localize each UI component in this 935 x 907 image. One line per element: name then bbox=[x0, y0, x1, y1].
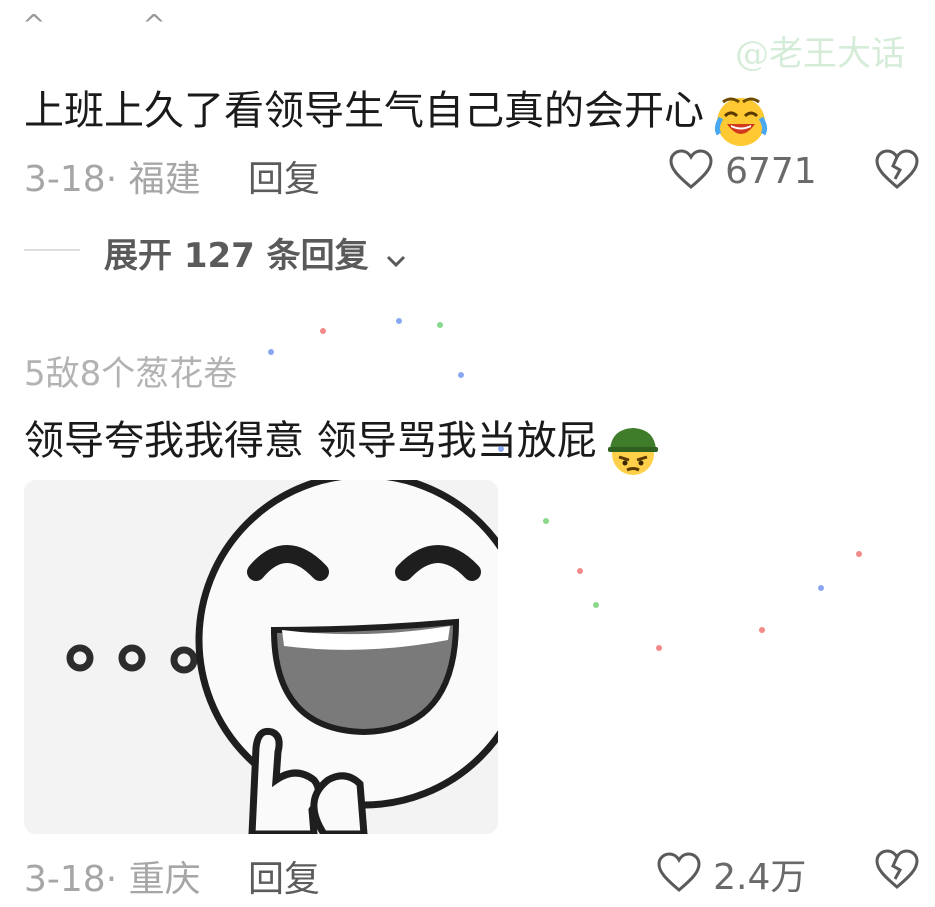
chevron-down-icon bbox=[385, 238, 407, 278]
comment-2-like-button[interactable]: 2.4万 bbox=[656, 848, 806, 898]
laughing-crying-emoji-icon bbox=[713, 94, 769, 146]
heart-icon bbox=[656, 851, 702, 897]
comment-2-reply-button[interactable]: 回复 bbox=[248, 850, 320, 902]
watermark: @老王大话 bbox=[735, 34, 905, 74]
sparkle-decoration bbox=[856, 551, 862, 557]
divider-line bbox=[24, 249, 80, 251]
sparkle-decoration bbox=[593, 602, 599, 608]
sparkle-decoration bbox=[458, 372, 464, 378]
comment-1-date-location: 3-18· 福建 bbox=[24, 159, 201, 200]
soldier-angry-emoji-icon bbox=[604, 423, 662, 477]
comment-2: 领导夸我我得意 领导骂我当放屁 bbox=[24, 408, 904, 475]
sparkle-decoration bbox=[437, 322, 443, 328]
comment-2-text: 领导夸我我得意 领导骂我当放屁 bbox=[24, 418, 597, 464]
comment-1-like-button[interactable]: 6771 bbox=[668, 148, 817, 194]
sparkle-decoration bbox=[498, 446, 504, 452]
comment-1-dislike-button[interactable] bbox=[874, 148, 920, 194]
sparkle-decoration bbox=[577, 568, 583, 574]
expand-replies-button[interactable]: 展开 127 条回复 bbox=[104, 228, 407, 278]
sparkle-decoration bbox=[656, 645, 662, 651]
comment-2-username[interactable]: 5敌8个葱花卷 bbox=[24, 346, 237, 395]
broken-heart-icon bbox=[874, 149, 920, 194]
broken-heart-icon bbox=[874, 849, 920, 894]
heart-icon bbox=[668, 148, 714, 194]
comment-2-like-count: 2.4万 bbox=[713, 857, 807, 898]
sparkle-decoration bbox=[543, 518, 549, 524]
comment-1: 上班上久了看领导生气自己真的会开心 bbox=[24, 78, 904, 146]
sparkle-decoration bbox=[818, 585, 824, 591]
comment-1-text: 上班上久了看领导生气自己真的会开心 bbox=[24, 88, 704, 134]
sparkle-decoration bbox=[268, 349, 274, 355]
sparkle-decoration bbox=[396, 318, 402, 324]
comment-2-dislike-button[interactable] bbox=[874, 848, 920, 894]
grinning-cartoon-face-sticker[interactable] bbox=[24, 480, 498, 834]
sparkle-decoration bbox=[320, 328, 326, 334]
sparkle-decoration bbox=[759, 627, 765, 633]
comment-1-reply-button[interactable]: 回复 bbox=[248, 150, 320, 202]
comment-1-like-count: 6771 bbox=[725, 150, 817, 192]
collapse-carets[interactable]: ^ ^ bbox=[22, 8, 210, 41]
comment-2-date-location: 3-18· 重庆 bbox=[24, 859, 201, 900]
expand-replies-label: 展开 127 条回复 bbox=[104, 236, 369, 276]
